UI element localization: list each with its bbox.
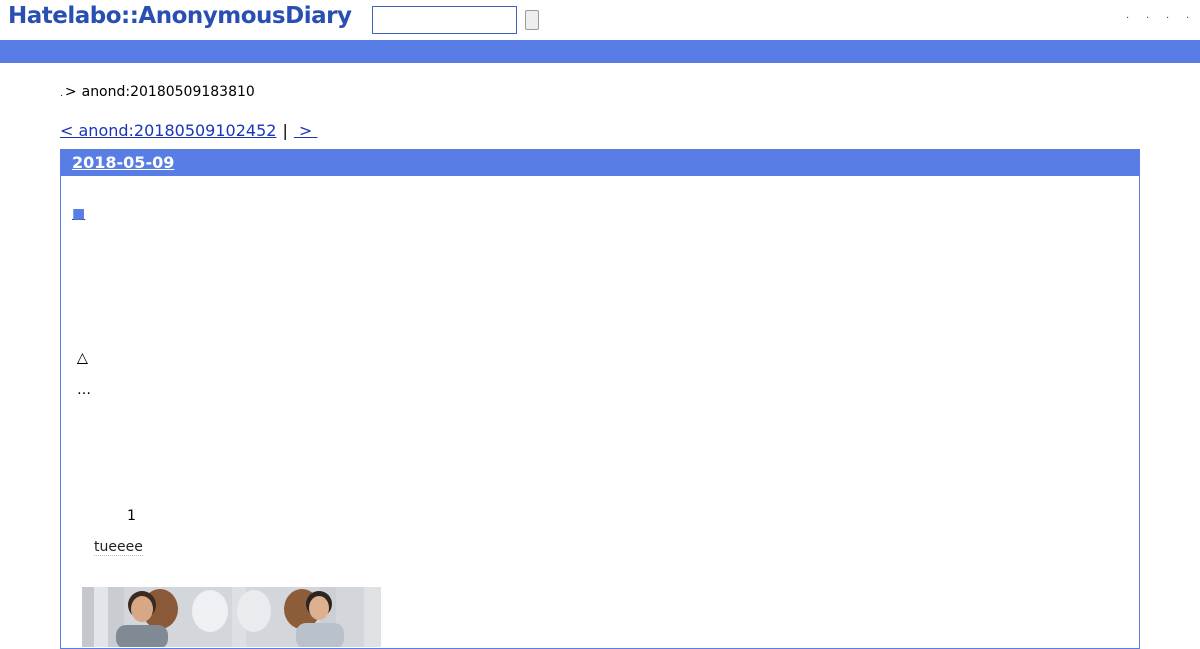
top-link-1[interactable]: . xyxy=(1126,10,1129,21)
header-banner: Hatelabo::AnonymousDiary . . . . xyxy=(0,0,1200,40)
header-bar xyxy=(0,40,1200,63)
pager-separator: | xyxy=(282,121,288,140)
bookmark-count: 1 xyxy=(127,508,136,524)
search-button[interactable] xyxy=(525,10,539,30)
user-link[interactable]: tueeee xyxy=(94,539,143,556)
search-input[interactable] xyxy=(372,6,517,34)
add-star-button[interactable]: △ xyxy=(77,350,88,366)
thumbnail-illustration xyxy=(82,587,381,647)
site-logo[interactable]: Hatelabo::AnonymousDiary xyxy=(8,3,352,29)
breadcrumb-home-link[interactable]: . xyxy=(60,89,63,99)
breadcrumb-separator: > xyxy=(64,84,77,100)
entry-thumbnail-image[interactable] xyxy=(82,587,381,647)
top-link-2[interactable]: . xyxy=(1146,10,1149,21)
next-entry-link[interactable]: > xyxy=(294,121,318,140)
day-section: 2018-05-09 ■ △ … 1 tueeee xyxy=(60,149,1140,649)
section-permalink[interactable]: ■ xyxy=(72,206,85,222)
breadcrumb: . > anond:20180509183810 xyxy=(60,84,255,100)
more-indicator: … xyxy=(77,382,91,398)
day-date-link[interactable]: 2018-05-09 xyxy=(72,153,174,172)
prev-entry-link[interactable]: < anond:20180509102452 xyxy=(60,121,276,140)
breadcrumb-current: anond:20180509183810 xyxy=(81,84,255,100)
top-link-3[interactable]: . xyxy=(1166,10,1169,21)
top-link-4[interactable]: . xyxy=(1186,10,1189,21)
entry-pager: < anond:20180509102452 | > xyxy=(60,121,317,140)
day-header: 2018-05-09 xyxy=(61,150,1139,176)
